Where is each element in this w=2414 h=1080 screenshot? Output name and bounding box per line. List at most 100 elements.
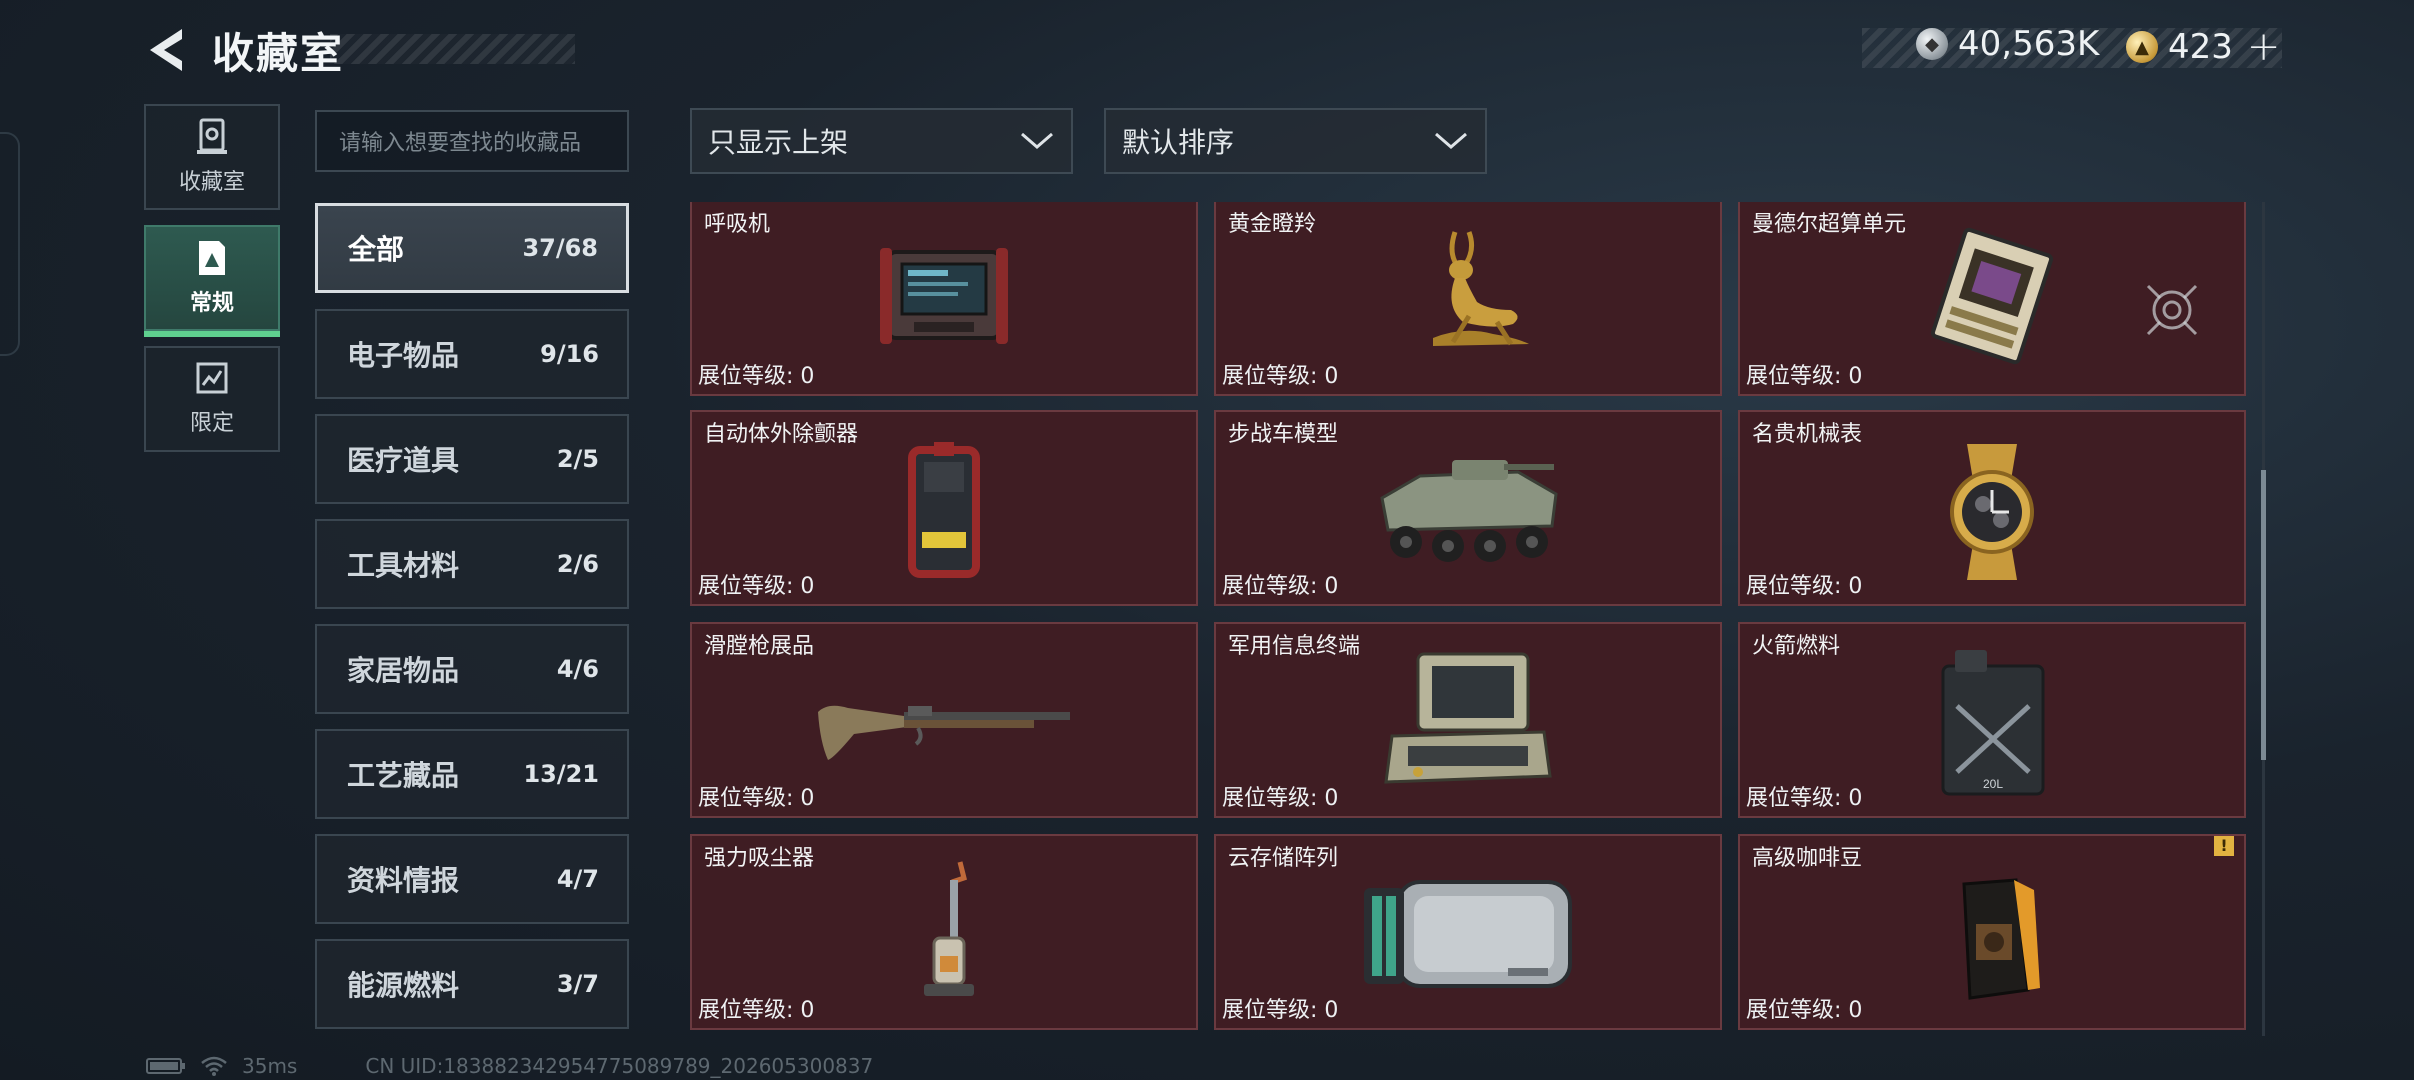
gold-amount: 423 bbox=[2168, 27, 2233, 67]
collection-grid: 呼吸机 展位等级: 0 黄金瞪羚 展位等级: 0 曼德尔超算单元 展位等级: 0… bbox=[690, 202, 2250, 1036]
back-arrow-icon bbox=[150, 29, 182, 71]
item-name: 强力吸尘器 bbox=[704, 846, 815, 871]
sort-value: 默认排序 bbox=[1122, 126, 1235, 159]
item-card-cloud-storage-array[interactable]: 云存储阵列 展位等级: 0 bbox=[1214, 834, 1722, 1030]
item-name: 高级咖啡豆 bbox=[1752, 846, 1863, 871]
category-name: 全部 bbox=[348, 233, 405, 266]
item-level: 展位等级: 0 bbox=[1746, 786, 1863, 811]
item-level: 展位等级: 0 bbox=[698, 364, 815, 389]
item-card-coffee-beans[interactable]: 高级咖啡豆 ! 展位等级: 0 bbox=[1738, 834, 2246, 1030]
grid-scrollbar-thumb[interactable] bbox=[2261, 470, 2266, 760]
status-footer: 35ms CN UID:183882342954775089789_202605… bbox=[146, 1054, 873, 1078]
luxury-watch-icon bbox=[1950, 444, 2034, 580]
tab-label: 常规 bbox=[189, 291, 234, 316]
wifi-icon bbox=[201, 1056, 227, 1076]
regular-icon bbox=[199, 241, 225, 275]
target-crosshair-icon bbox=[2146, 284, 2198, 336]
category-count: 2/6 bbox=[556, 550, 599, 578]
item-level: 展位等级: 0 bbox=[1222, 574, 1339, 599]
category-name: 工艺藏品 bbox=[347, 759, 460, 792]
tab-regular[interactable]: 常规 bbox=[144, 225, 280, 337]
category-electronics[interactable]: 电子物品 9/16 bbox=[315, 309, 629, 399]
display-filter-dropdown[interactable]: 只显示上架 bbox=[690, 108, 1073, 174]
item-name: 火箭燃料 bbox=[1752, 634, 1841, 659]
tab-label: 收藏室 bbox=[178, 170, 245, 195]
currency-silver: ◆ 40,563K bbox=[1916, 24, 2099, 64]
tab-label: 限定 bbox=[189, 411, 234, 436]
item-card-luxury-watch[interactable]: 名贵机械表 展位等级: 0 bbox=[1738, 410, 2246, 606]
defibrillator-icon bbox=[908, 442, 980, 578]
category-count: 3/7 bbox=[556, 970, 599, 998]
item-card-ventilator[interactable]: 呼吸机 展位等级: 0 bbox=[690, 202, 1198, 396]
category-name: 电子物品 bbox=[347, 339, 460, 372]
category-all[interactable]: 全部 37/68 bbox=[315, 203, 629, 293]
item-level: 展位等级: 0 bbox=[698, 574, 815, 599]
category-medical[interactable]: 医疗道具 2/5 bbox=[315, 414, 629, 504]
category-intel[interactable]: 资料情报 4/7 bbox=[315, 834, 629, 924]
item-name: 曼德尔超算单元 bbox=[1752, 212, 1907, 237]
category-tools[interactable]: 工具材料 2/6 bbox=[315, 519, 629, 609]
item-card-ifv-model[interactable]: 步战车模型 展位等级: 0 bbox=[1214, 410, 1722, 606]
search-input[interactable]: 请输入想要查找的收藏品 bbox=[315, 110, 629, 172]
warning-badge-icon: ! bbox=[2214, 836, 2234, 856]
item-name: 云存储阵列 bbox=[1228, 846, 1339, 871]
category-crafts[interactable]: 工艺藏品 13/21 bbox=[315, 729, 629, 819]
item-level: 展位等级: 0 bbox=[1222, 998, 1339, 1023]
item-level: 展位等级: 0 bbox=[698, 998, 815, 1023]
item-card-military-terminal[interactable]: 军用信息终端 展位等级: 0 bbox=[1214, 622, 1722, 818]
uid-text: CN UID:183882342954775089789_20260530083… bbox=[365, 1054, 874, 1078]
item-level: 展位等级: 0 bbox=[1222, 786, 1339, 811]
supercomputer-unit-icon bbox=[1930, 227, 2054, 365]
item-name: 自动体外除颤器 bbox=[704, 422, 859, 447]
title-decoration bbox=[330, 34, 575, 64]
item-name: 滑膛枪展品 bbox=[704, 634, 815, 659]
ifv-model-icon bbox=[1380, 460, 1558, 562]
item-name: 黄金瞪羚 bbox=[1228, 212, 1317, 237]
item-card-musket[interactable]: 滑膛枪展品 展位等级: 0 bbox=[690, 622, 1198, 818]
ventilator-icon bbox=[880, 248, 1008, 344]
military-terminal-icon bbox=[1384, 652, 1552, 784]
item-level: 展位等级: 0 bbox=[1746, 574, 1863, 599]
item-name: 军用信息终端 bbox=[1228, 634, 1361, 659]
battery-icon bbox=[146, 1058, 185, 1074]
item-card-defibrillator[interactable]: 自动体外除颤器 展位等级: 0 bbox=[690, 410, 1198, 606]
back-button[interactable] bbox=[140, 24, 190, 76]
item-card-rocket-fuel[interactable]: 火箭燃料 20L 展位等级: 0 bbox=[1738, 622, 2246, 818]
vacuum-icon bbox=[924, 861, 974, 996]
category-name: 医疗道具 bbox=[347, 444, 460, 477]
sort-dropdown[interactable]: 默认排序 bbox=[1104, 108, 1487, 174]
item-level: 展位等级: 0 bbox=[698, 786, 815, 811]
chevron-down-icon bbox=[1021, 132, 1053, 149]
golden-gazelle-icon bbox=[1433, 231, 1529, 346]
item-card-supercomputer-unit[interactable]: 曼德尔超算单元 展位等级: 0 bbox=[1738, 202, 2246, 396]
category-name: 资料情报 bbox=[347, 864, 460, 897]
musket-icon bbox=[818, 705, 1070, 760]
category-count: 2/5 bbox=[556, 445, 599, 473]
item-level: 展位等级: 0 bbox=[1746, 998, 1863, 1023]
chevron-down-icon bbox=[1435, 132, 1467, 149]
category-name: 家居物品 bbox=[347, 654, 460, 687]
display-filter-value: 只显示上架 bbox=[708, 126, 849, 159]
svg-text:20L: 20L bbox=[1983, 777, 2003, 791]
category-name: 能源燃料 bbox=[347, 969, 460, 1002]
cloud-storage-array-icon bbox=[1364, 880, 1572, 988]
item-card-golden-gazelle[interactable]: 黄金瞪羚 展位等级: 0 bbox=[1214, 202, 1722, 396]
search-placeholder: 请输入想要查找的收藏品 bbox=[339, 131, 582, 156]
category-count: 37/68 bbox=[522, 234, 598, 262]
category-count: 4/6 bbox=[556, 655, 599, 683]
rocket-fuel-icon: 20L bbox=[1941, 650, 2045, 796]
tab-limited[interactable]: 限定 bbox=[144, 346, 280, 452]
category-fuel[interactable]: 能源燃料 3/7 bbox=[315, 939, 629, 1029]
item-card-vacuum[interactable]: 强力吸尘器 展位等级: 0 bbox=[690, 834, 1198, 1030]
category-household[interactable]: 家居物品 4/6 bbox=[315, 624, 629, 714]
silver-amount: 40,563K bbox=[1958, 24, 2100, 64]
gold-coin-icon: ▲ bbox=[2126, 31, 2158, 63]
tab-collection-room[interactable]: 收藏室 bbox=[144, 104, 280, 210]
add-currency-button[interactable]: + bbox=[2247, 24, 2281, 70]
item-level: 展位等级: 0 bbox=[1222, 364, 1339, 389]
page-title: 收藏室 bbox=[212, 29, 345, 78]
currency-gold[interactable]: ▲ 423 + bbox=[2126, 24, 2280, 70]
item-level: 展位等级: 0 bbox=[1746, 364, 1863, 389]
coffee-beans-icon bbox=[1962, 878, 2040, 1000]
limited-icon bbox=[196, 362, 228, 394]
